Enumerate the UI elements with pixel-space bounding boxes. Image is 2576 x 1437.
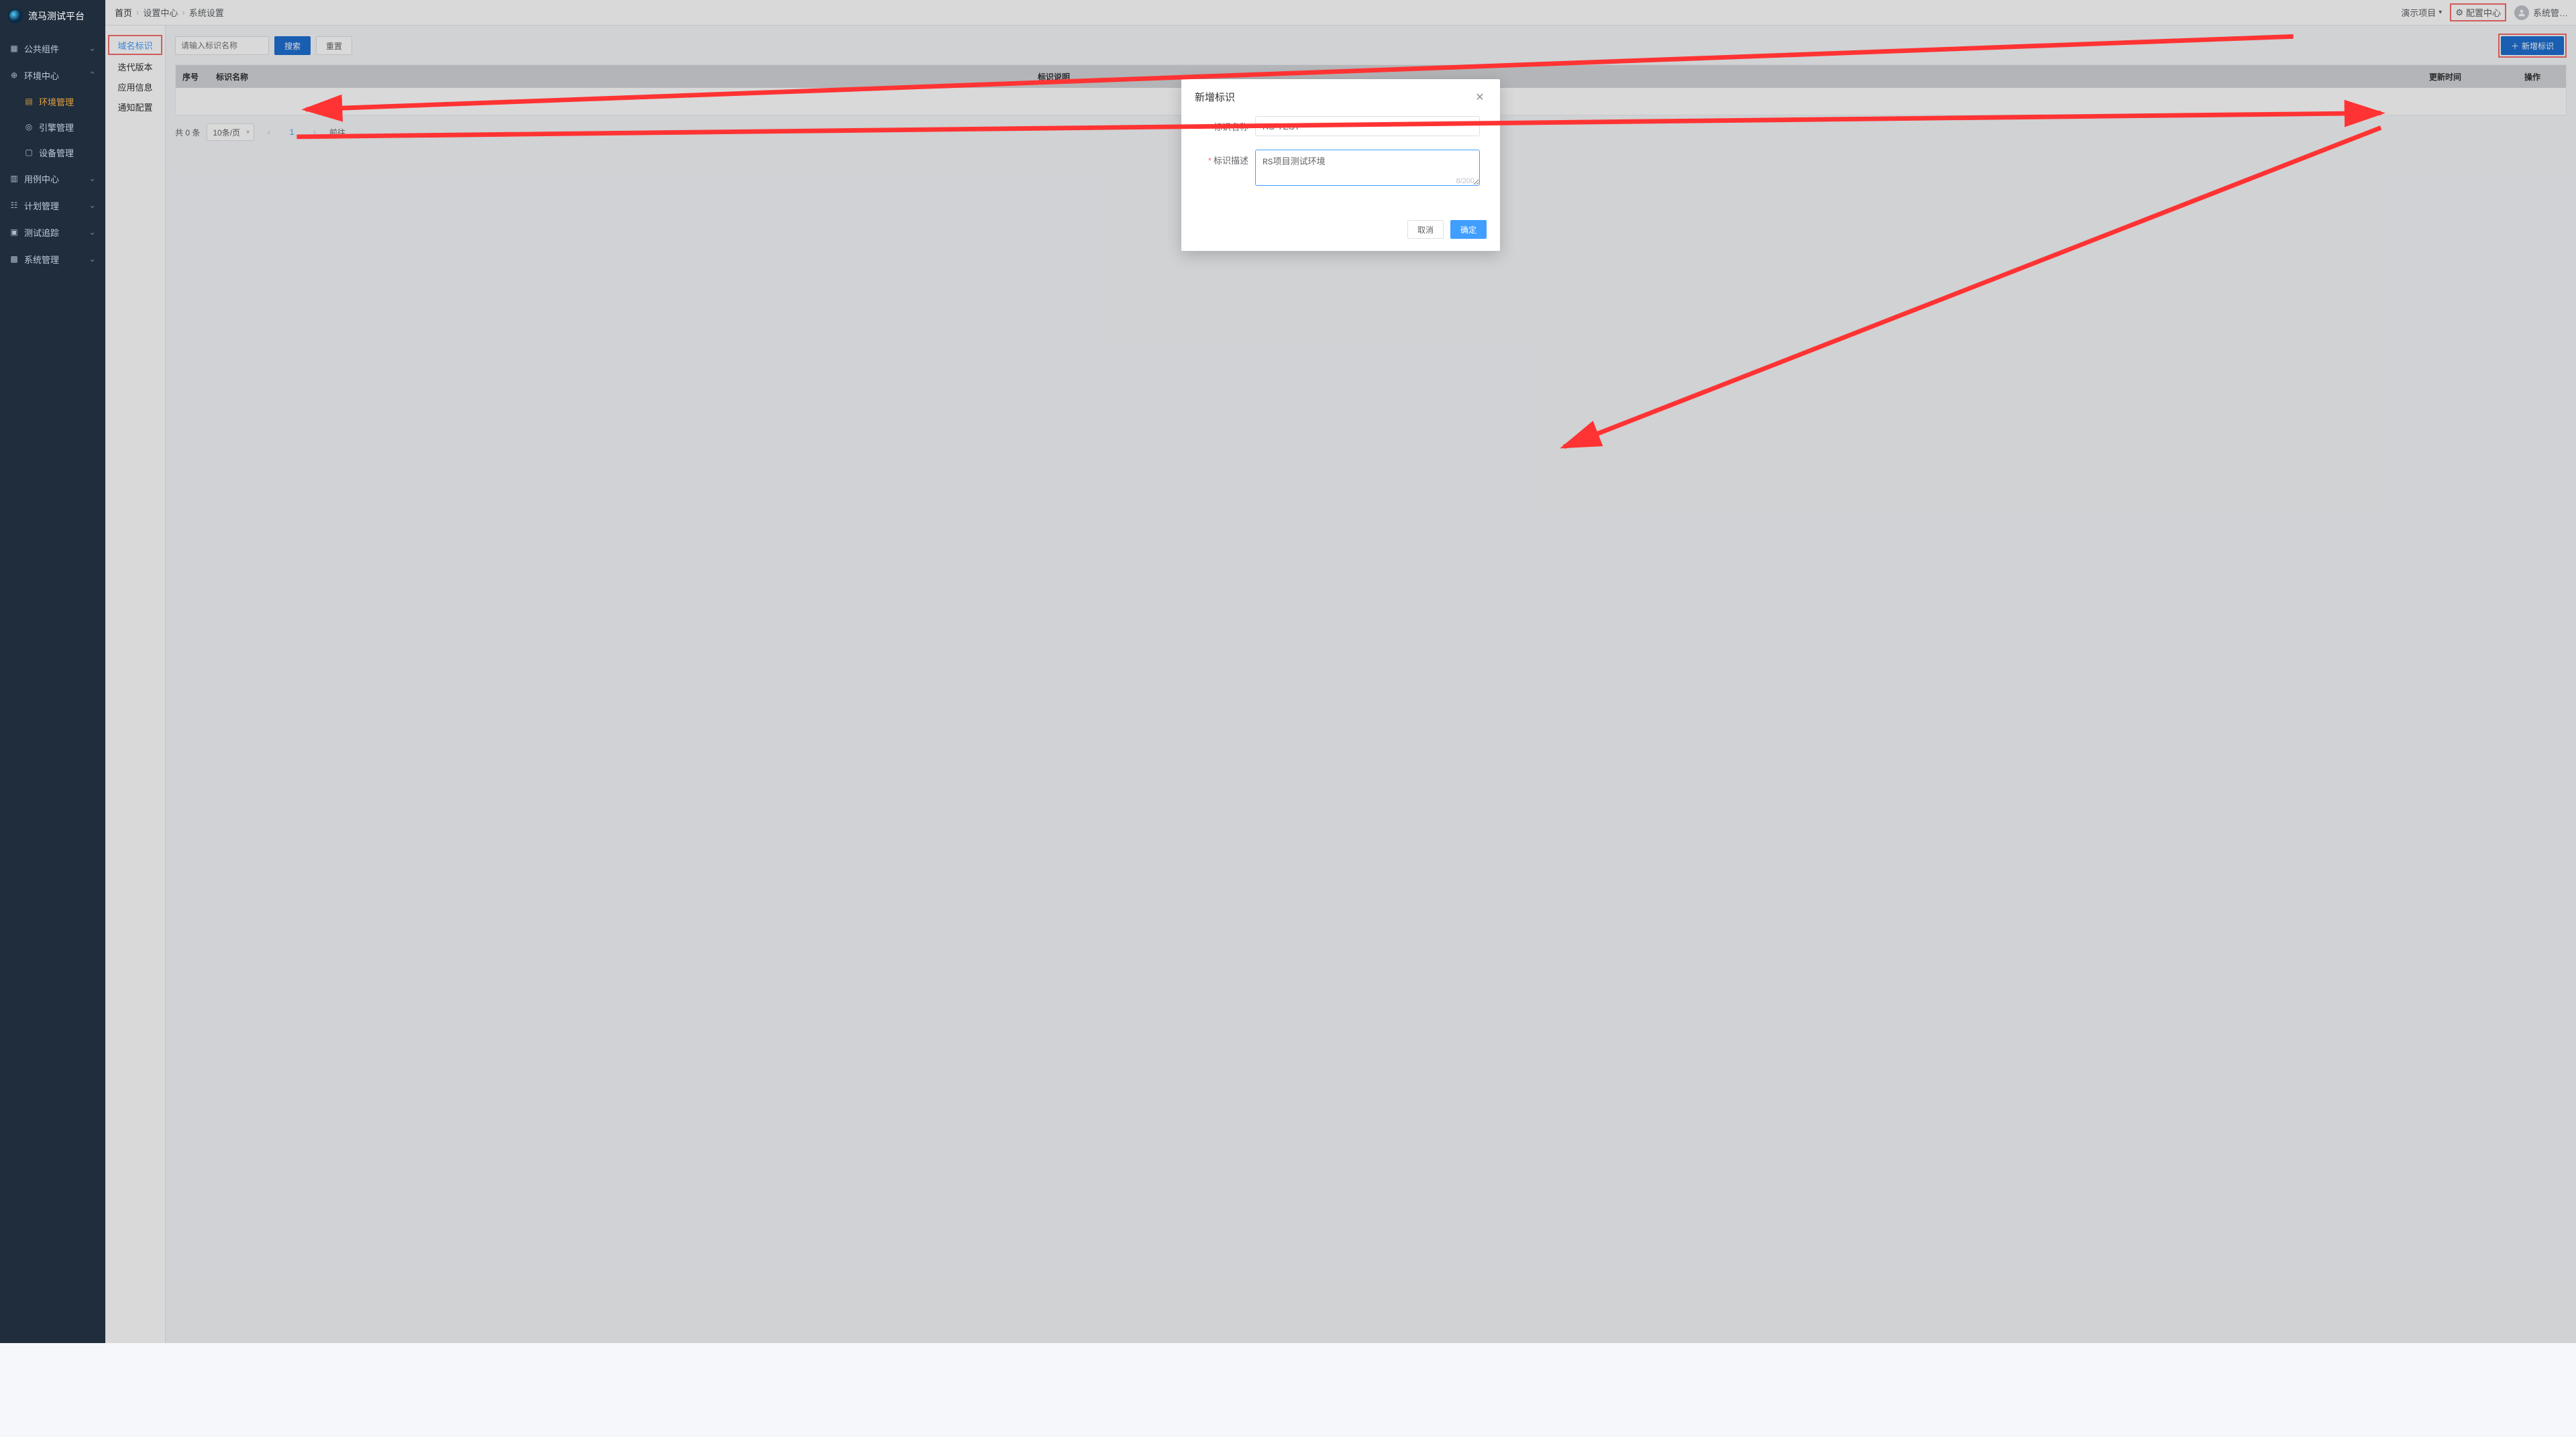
sidebar-subitem-engine-manage[interactable]: ◎引擎管理 — [0, 114, 105, 140]
logo: 流马测试平台 — [0, 0, 105, 32]
close-icon[interactable]: ✕ — [1473, 91, 1487, 104]
calendar-icon: ☷ — [9, 201, 19, 210]
sidebar-item-public-components[interactable]: ▦公共组件 ⌄ — [0, 35, 105, 62]
add-button-highlight: ＋ 新增标识 — [2498, 34, 2567, 58]
chevron-down-icon: ⌄ — [89, 43, 96, 54]
toolbar: 搜索 重置 ＋ 新增标识 — [175, 34, 2567, 58]
settings-tabs: 域名标识 迭代版本 应用信息 通知配置 — [105, 25, 166, 1343]
sidebar-subitem-device-manage[interactable]: ▢设备管理 — [0, 140, 105, 165]
sidebar: 流马测试平台 ▦公共组件 ⌄ ⊕环境中心 ⌃ ▤环境管理 ◎引擎管理 ▢设备管理 — [0, 0, 105, 1343]
reset-button[interactable]: 重置 — [316, 36, 352, 55]
identifier-name-input[interactable] — [1255, 116, 1480, 136]
confirm-button[interactable]: 确定 — [1450, 220, 1487, 239]
caret-down-icon: ▾ — [2438, 9, 2442, 16]
header: 首页 › 设置中心 › 系统设置 演示项目 ▾ ⚙ 配置中心 — [105, 0, 2576, 25]
user-menu[interactable]: 系统管… — [2514, 5, 2568, 20]
project-selector[interactable]: 演示项目 ▾ — [2401, 6, 2442, 19]
tab-app-info[interactable]: 应用信息 — [105, 76, 165, 97]
sidebar-submenu-env: ▤环境管理 ◎引擎管理 ▢设备管理 — [0, 89, 105, 165]
plus-icon: ＋ — [2511, 40, 2519, 52]
track-icon: ▣ — [9, 227, 19, 237]
logo-icon — [8, 9, 23, 23]
globe-icon: ⊕ — [9, 70, 19, 80]
chevron-right-icon: › — [136, 7, 139, 17]
tab-iteration-version[interactable]: 迭代版本 — [105, 56, 165, 76]
config-center-button[interactable]: ⚙ 配置中心 — [2450, 3, 2506, 21]
col-operate: 操作 — [2499, 71, 2566, 83]
chevron-down-icon: ⌄ — [89, 254, 96, 264]
sidebar-item-case-center[interactable]: ▥用例中心 ⌄ — [0, 165, 105, 192]
device-icon: ▢ — [24, 148, 34, 157]
app-title: 流马测试平台 — [28, 9, 85, 23]
next-page-button[interactable]: › — [307, 124, 323, 140]
add-identifier-button[interactable]: ＋ 新增标识 — [2501, 36, 2564, 55]
cancel-button[interactable]: 取消 — [1407, 220, 1444, 239]
field-label-desc: *标识描述 — [1201, 150, 1248, 166]
chevron-up-icon: ⌃ — [89, 70, 96, 81]
tab-domain-identifier[interactable]: 域名标识 — [108, 35, 162, 55]
tab-notify-config[interactable]: 通知配置 — [105, 97, 165, 117]
gear-icon: ⚙ — [2455, 7, 2463, 18]
breadcrumb-item[interactable]: 设置中心 — [143, 6, 178, 19]
breadcrumb: 首页 › 设置中心 › 系统设置 — [115, 6, 224, 19]
grid-icon: ▤ — [24, 97, 34, 106]
breadcrumb-item: 系统设置 — [189, 6, 224, 19]
main: 首页 › 设置中心 › 系统设置 演示项目 ▾ ⚙ 配置中心 — [105, 0, 2576, 1343]
chevron-right-icon: › — [182, 7, 184, 17]
char-counter: 8/200 — [1456, 177, 1474, 185]
component-icon: ▦ — [9, 44, 19, 53]
col-update-time: 更新时间 — [2392, 71, 2499, 83]
sidebar-item-system-manage[interactable]: ▩系统管理 ⌄ — [0, 246, 105, 272]
chevron-down-icon: ⌄ — [89, 200, 96, 211]
prev-page-button[interactable]: ‹ — [261, 124, 277, 140]
add-identifier-dialog: 新增标识 ✕ *标识名称 *标识描述 RS项目测试环境 8/200 — [1181, 79, 1500, 251]
col-name: 标识名称 — [209, 71, 1031, 83]
sidebar-menu: ▦公共组件 ⌄ ⊕环境中心 ⌃ ▤环境管理 ◎引擎管理 ▢设备管理 ▥用例中心 — [0, 32, 105, 1343]
case-icon: ▥ — [9, 174, 19, 183]
goto-page: 前往 — [329, 127, 345, 138]
system-icon: ▩ — [9, 254, 19, 264]
search-button[interactable]: 搜索 — [274, 36, 311, 55]
page-size-select[interactable]: 10条/页 — [207, 123, 254, 141]
avatar-icon — [2514, 5, 2529, 20]
total-count: 共 0 条 — [175, 127, 200, 138]
sidebar-item-plan-manage[interactable]: ☷计划管理 ⌄ — [0, 192, 105, 219]
field-label-name: *标识名称 — [1201, 116, 1248, 133]
chevron-down-icon: ⌄ — [89, 227, 96, 237]
sidebar-item-test-track[interactable]: ▣测试追踪 ⌄ — [0, 219, 105, 246]
target-icon: ◎ — [24, 122, 34, 131]
breadcrumb-home[interactable]: 首页 — [115, 6, 132, 19]
sidebar-subitem-env-manage[interactable]: ▤环境管理 — [0, 89, 105, 114]
identifier-desc-textarea[interactable]: RS项目测试环境 — [1255, 150, 1480, 186]
sidebar-item-env-center[interactable]: ⊕环境中心 ⌃ — [0, 62, 105, 89]
dialog-title: 新增标识 — [1195, 90, 1235, 104]
col-index: 序号 — [176, 71, 209, 83]
search-input[interactable] — [175, 36, 269, 55]
chevron-down-icon: ⌄ — [89, 173, 96, 184]
page-number-current[interactable]: 1 — [284, 124, 300, 140]
